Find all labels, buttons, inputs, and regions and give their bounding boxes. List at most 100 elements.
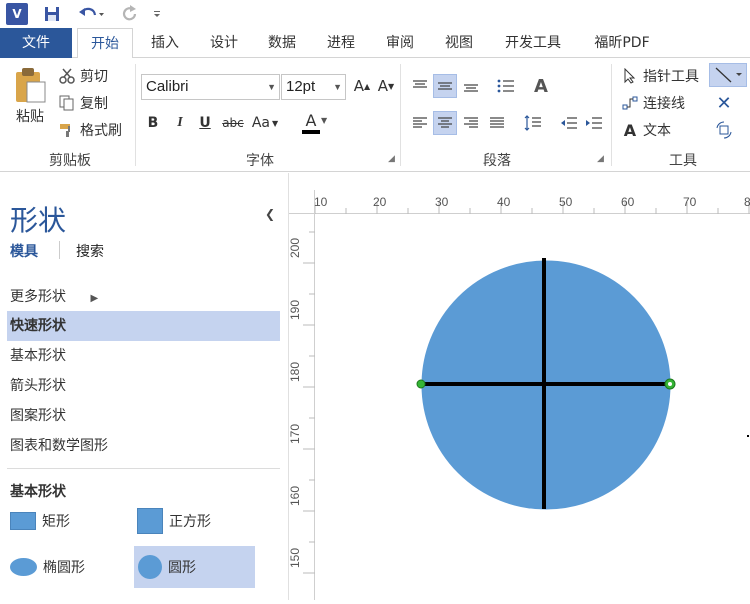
connector-label: 连接线 [643,96,685,112]
drawing-canvas[interactable] [315,214,750,600]
undo-icon[interactable] [76,3,106,25]
connector-button[interactable]: 连接线 [620,93,685,113]
font-size-combo[interactable]: 12pt ▼ [281,74,346,100]
vertical-ruler[interactable]: 200 190 180 170 160 150 [288,214,315,600]
ellipse-icon [10,558,37,576]
italic-button[interactable]: I [168,111,192,135]
ruler-label: 170 [288,423,303,445]
bold-button[interactable]: B [141,111,165,135]
redo-icon[interactable] [120,3,140,25]
tab-view[interactable]: 视图 [431,28,487,58]
justify-icon [490,117,504,128]
stencil-item-basic-shapes[interactable]: 基本形状 [7,341,280,371]
ruler-label: 10 [314,195,328,209]
shape-circle[interactable]: 圆形 [134,546,255,588]
pointer-tool-button[interactable]: 指针工具 [620,66,699,86]
collapse-pane-icon[interactable]: ❮ [265,207,275,221]
chevron-down-icon: ▼ [333,82,342,92]
shape-square[interactable]: 正方形 [134,500,255,542]
align-middle-icon [438,82,452,90]
shrink-font-button[interactable]: A ▼ [374,74,398,98]
clipboard-group-label: 剪贴板 [49,153,91,169]
tab-data[interactable]: 数据 [254,28,310,58]
paste-button[interactable]: 粘贴 [10,66,50,136]
cut-label: 剪切 [80,69,108,85]
shape-label: 椭圆形 [43,560,85,576]
save-icon[interactable] [42,3,62,25]
shapes-pane: 形状 ❮ 模具 搜索 更多形状 ▶ 快速形状 基本形状 箭头形状 图案形状 图表… [0,173,289,600]
paragraph-dialog-launcher-icon[interactable]: ◢ [597,154,604,164]
pointer-icon [620,66,640,86]
change-case-label: Aa [251,115,270,131]
change-case-button[interactable]: Aa ▼ [248,111,282,135]
text-direction-button[interactable]: A [529,74,553,98]
tab-developer[interactable]: 开发工具 [495,28,571,58]
begin-point-handle[interactable] [416,379,426,389]
rotate-icon[interactable] [712,118,736,142]
selection-marker [747,435,749,437]
tab-process[interactable]: 进程 [313,28,369,58]
cut-button[interactable]: 剪切 [57,66,108,86]
align-top-button[interactable] [408,74,432,98]
font-dialog-launcher-icon[interactable]: ◢ [388,154,395,164]
tab-insert[interactable]: 插入 [137,28,193,58]
align-right-button[interactable] [459,111,483,135]
justify-button[interactable] [485,111,509,135]
tab-stencils[interactable]: 模具 [10,241,38,261]
end-point-handle-center [668,382,672,386]
copy-button[interactable]: 复制 [57,93,108,113]
format-painter-button[interactable]: 格式刷 [57,120,122,140]
connector-icon [620,93,640,113]
tab-review[interactable]: 审阅 [372,28,428,58]
align-center-button[interactable] [433,111,457,135]
customize-qat-icon[interactable] [150,3,164,25]
close-icon[interactable]: ✕ [712,91,736,115]
stencil-item-chart-math-shapes[interactable]: 图表和数学图形 [7,431,280,461]
strikethrough-button[interactable]: abc [220,111,246,135]
horizontal-ruler[interactable]: 10 20 30 40 50 60 70 8 [314,190,750,214]
text-tool-button[interactable]: A 文本 [620,120,671,140]
stencil-item-pattern-shapes[interactable]: 图案形状 [7,401,280,431]
scissors-icon [57,66,77,86]
tab-file[interactable]: 文件 [0,28,72,58]
align-bottom-icon [464,84,478,92]
line-tool-button[interactable] [709,63,747,87]
more-shapes-label: 更多形状 [10,289,66,305]
line-spacing-button[interactable] [521,111,545,135]
ruler-label: 190 [288,299,303,321]
tab-search[interactable]: 搜索 [76,241,104,261]
shape-ellipse[interactable]: 椭圆形 [10,546,120,588]
decrease-indent-button[interactable] [557,111,581,135]
underline-button[interactable]: U [193,111,217,135]
group-divider [135,64,136,166]
tab-home[interactable]: 开始 [77,28,133,59]
grow-font-button[interactable]: A ▲ [350,74,374,98]
ruler-label: 20 [373,195,387,209]
circle-icon [138,555,162,579]
chevron-down-icon[interactable]: ▼ [321,116,327,125]
tab-foxit-pdf[interactable]: 福昕PDF [584,28,660,58]
shape-label: 正方形 [169,514,211,530]
increase-indent-button[interactable] [582,111,606,135]
paste-icon [16,68,46,103]
align-left-button[interactable] [408,111,432,135]
square-icon [137,508,163,534]
ruler-label: 70 [683,195,697,209]
more-shapes-item[interactable]: 更多形状 ▶ [7,282,280,312]
align-bottom-button[interactable] [459,74,483,98]
shape-rectangle[interactable]: 矩形 [10,500,120,542]
paste-label: 粘贴 [16,109,44,125]
bullets-button[interactable] [494,74,518,98]
shape-label: 圆形 [168,560,196,576]
font-family-combo[interactable]: Calibri ▼ [141,74,280,100]
stencil-item-arrow-shapes[interactable]: 箭头形状 [7,371,280,401]
ruler-label: 8 [744,195,750,209]
align-middle-button[interactable] [433,74,457,98]
tab-design[interactable]: 设计 [196,28,252,58]
stencil-item-quick-shapes[interactable]: 快速形状 [7,311,280,341]
font-size-value: 12pt [286,78,316,95]
paragraph-group-label: 段落 [483,153,511,169]
ruler-label: 50 [559,195,573,209]
ruler-label: 180 [288,361,303,383]
ruler-label: 30 [435,195,449,209]
